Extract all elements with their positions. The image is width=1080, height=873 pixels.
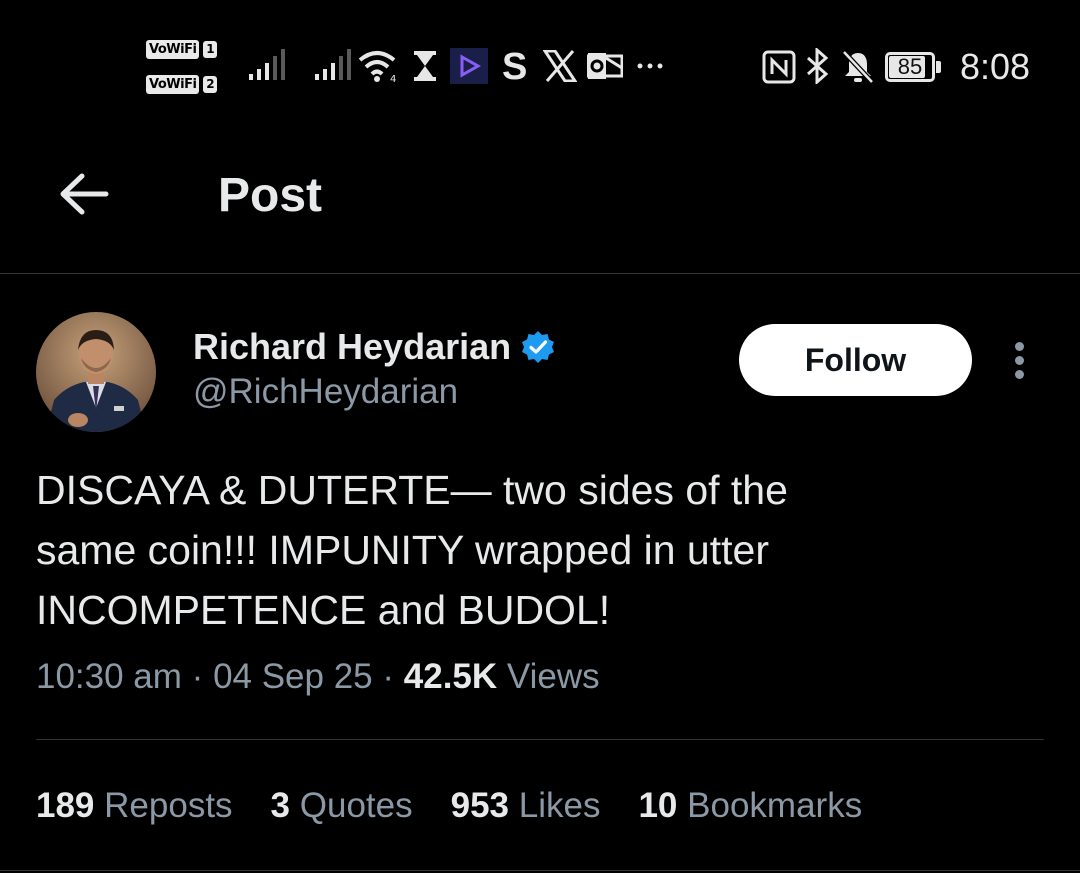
likes-count: 953	[450, 786, 510, 825]
svg-text:S: S	[502, 46, 527, 84]
status-bar: VoWiFi 1 VoWiFi 2 4 S 85 8:08	[0, 0, 1080, 135]
engagement-stats: 189 Reposts 3 Quotes 953 Likes 10 Bookma…	[36, 786, 862, 826]
sim2-number: 2	[203, 76, 218, 93]
reposts-stat[interactable]: 189 Reposts	[36, 786, 233, 826]
post-date: 04 Sep 25	[213, 657, 373, 696]
signal-icon	[315, 49, 351, 80]
bluetooth-icon	[807, 48, 829, 84]
s-app-icon: S	[502, 46, 527, 84]
reposts-count: 189	[36, 786, 95, 825]
arrow-left-icon	[60, 173, 109, 215]
vowifi-label: VoWiFi	[146, 40, 200, 59]
battery-level: 85	[897, 54, 923, 79]
views-count[interactable]: 42.5K	[404, 657, 497, 697]
bell-muted-icon	[842, 50, 874, 84]
svg-text:4: 4	[390, 74, 396, 84]
likes-label: Likes	[518, 786, 601, 825]
signal-icon	[249, 49, 285, 80]
post-time: 10:30 am	[36, 657, 182, 696]
likes-stat[interactable]: 953 Likes	[451, 786, 601, 826]
author-name[interactable]: Richard Heydarian	[193, 326, 511, 368]
bookmarks-count: 10	[638, 786, 678, 825]
more-notifications-icon	[637, 63, 663, 69]
page-title: Post	[218, 169, 323, 222]
verified-badge-icon	[522, 331, 555, 363]
quotes-label: Quotes	[299, 786, 413, 825]
follow-button[interactable]: Follow	[739, 324, 972, 396]
x-app-icon	[543, 50, 577, 82]
top-app-bar: Post	[0, 140, 1080, 274]
bookmarks-stat[interactable]: 10 Bookmarks	[638, 786, 862, 826]
sim1-number: 1	[203, 41, 218, 58]
battery-icon: 85	[885, 52, 941, 82]
wifi-icon: 4	[358, 51, 396, 84]
play-app-icon	[450, 48, 488, 84]
back-button[interactable]	[52, 166, 116, 222]
outlook-icon	[587, 53, 623, 79]
vowifi-sim1: VoWiFi 1	[146, 40, 218, 59]
nfc-icon	[762, 50, 796, 84]
reposts-label: Reposts	[104, 786, 233, 825]
author-handle[interactable]: @RichHeydarian	[193, 372, 458, 412]
more-dot	[1015, 370, 1024, 379]
quotes-count: 3	[270, 786, 291, 825]
meta-separator: ·	[191, 657, 204, 696]
more-dot	[1015, 342, 1024, 351]
vowifi-sim2: VoWiFi 2	[146, 75, 218, 94]
author-name-row: Richard Heydarian	[193, 326, 555, 368]
post-text: DISCAYA & DUTERTE— two sides of the same…	[36, 467, 788, 633]
meta-separator: ·	[382, 657, 395, 696]
views-label[interactable]: Views	[507, 657, 600, 697]
quotes-stat[interactable]: 3 Quotes	[271, 786, 413, 826]
status-clock: 8:08	[960, 46, 1031, 87]
more-options-button[interactable]	[1004, 336, 1036, 386]
divider	[36, 739, 1044, 740]
hourglass-icon	[414, 51, 436, 81]
profile-photo	[36, 312, 156, 432]
vowifi-label: VoWiFi	[146, 75, 200, 94]
bookmarks-label: Bookmarks	[687, 786, 863, 825]
more-dot	[1015, 356, 1024, 365]
post-meta: 10:30 am · 04 Sep 25 · 42.5K Views	[36, 657, 600, 697]
divider	[0, 870, 1080, 871]
avatar[interactable]	[36, 312, 156, 432]
